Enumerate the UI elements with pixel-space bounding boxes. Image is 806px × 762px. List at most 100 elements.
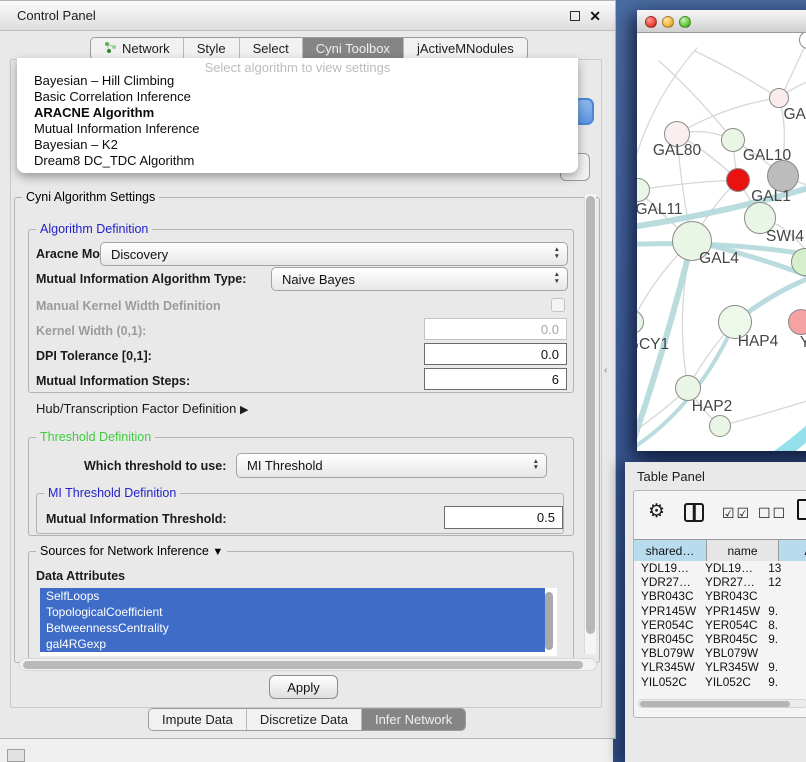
tab-network[interactable]: Network — [91, 38, 184, 59]
bottom-tab-bar: Impute Data Discretize Data Infer Network — [148, 708, 466, 731]
mi-threshold-field[interactable]: 0.5 — [444, 506, 563, 529]
table-cell: YIL052C — [634, 675, 698, 689]
algorithm-option-list: Bayesian – Hill ClimbingBasic Correlatio… — [17, 73, 578, 169]
manual-kernel-width-checkbox[interactable] — [551, 298, 565, 312]
table-row[interactable]: YIL052CYIL052C9. — [634, 675, 806, 689]
close-icon[interactable]: ✕ — [589, 9, 601, 23]
algorithm-option[interactable]: Bayesian – Hill Climbing — [17, 73, 578, 89]
bottom-tab-impute-data[interactable]: Impute Data — [149, 709, 247, 730]
export-table-icon[interactable] — [797, 499, 806, 520]
table-horizontal-scrollbar[interactable] — [638, 699, 806, 708]
zoom-traffic-light-icon[interactable] — [679, 16, 691, 28]
table-cell: 12 — [761, 575, 806, 589]
node-label-gal4: GAL4 — [699, 250, 739, 268]
gear-icon[interactable]: ⚙ — [648, 500, 665, 523]
attributes-list-scrollbar[interactable] — [545, 592, 553, 650]
node-label-y: Y — [800, 334, 806, 352]
table-row[interactable]: YDL19…YDL19…13 — [634, 561, 806, 575]
combo-stepper-icon: ▲▼ — [533, 459, 539, 473]
attribute-item-selected[interactable]: BetweennessCentrality — [40, 620, 545, 636]
table-row[interactable]: YLR345WYLR345W9. — [634, 660, 806, 674]
table-cell: YBL079W — [698, 646, 761, 660]
mi-algorithm-type-label: Mutual Information Algorithm Type: — [36, 272, 246, 286]
dpi-tolerance-field[interactable]: 0.0 — [424, 343, 567, 365]
kernel-width-field[interactable]: 0.0 — [424, 318, 567, 340]
algorithm-option[interactable]: ARACNE Algorithm — [17, 105, 578, 121]
attribute-item-selected[interactable]: SelfLoops — [40, 588, 545, 604]
mi-algorithm-type-select[interactable]: Naive Bayes ▲▼ — [271, 267, 568, 291]
network-node[interactable] — [709, 415, 731, 437]
hub-definition-disclosure[interactable]: Hub/Transcription Factor Definition ▶ — [36, 401, 248, 416]
table-row[interactable]: YPR145WYPR145W9. — [634, 604, 806, 618]
algorithm-dropdown-placeholder: Select algorithm to view settings — [17, 58, 578, 73]
node-label-gcy1: GCY1 — [637, 336, 669, 354]
attribute-item-selected[interactable]: gal4RGexp — [40, 636, 545, 652]
table-row[interactable]: YBL079WYBL079W — [634, 646, 806, 660]
data-attributes-label: Data Attributes — [36, 569, 125, 583]
table-cell: 9. — [761, 632, 806, 646]
attribute-item-selected[interactable]: TopologicalCoefficient — [40, 604, 545, 620]
table-cell: YER054C — [698, 618, 761, 632]
tab-label: Select — [253, 41, 289, 56]
table-cell: YBR043C — [698, 589, 761, 603]
settings-vertical-scrollbar[interactable] — [584, 194, 596, 654]
apply-button[interactable]: Apply — [269, 675, 338, 699]
tab-label: Impute Data — [162, 712, 233, 727]
table-cell: YPR145W — [698, 604, 761, 618]
table-cell: YLR345W — [634, 660, 698, 674]
table-row[interactable]: YER054CYER054C8. — [634, 618, 806, 632]
table-panel-body: ⚙ ☑☑ ☐☐ shared…nameA YDL19…YDL19…13YDR27… — [633, 490, 806, 718]
algorithm-option[interactable]: Basic Correlation Inference — [17, 89, 578, 105]
data-attributes-list[interactable]: SelfLoopsTopologicalCoefficientBetweenne… — [40, 588, 557, 656]
table-cell: 8. — [761, 618, 806, 632]
node-label-swi4: SWI4 — [766, 228, 804, 246]
table-panel-window: Table Panel ⚙ ☑☑ ☐☐ shared…nameA YDL19…Y… — [625, 462, 806, 762]
network-node[interactable] — [769, 88, 789, 108]
close-traffic-light-icon[interactable] — [645, 16, 657, 28]
settings-horizontal-scrollbar[interactable] — [19, 658, 597, 671]
right-arrow-icon: ▶ — [240, 404, 248, 416]
table-cell — [761, 646, 806, 660]
bottom-tab-discretize-data[interactable]: Discretize Data — [247, 709, 362, 730]
network-node[interactable] — [726, 168, 750, 192]
bottom-tab-infer-network[interactable]: Infer Network — [362, 709, 465, 730]
table-panel-title: Table Panel — [637, 469, 705, 484]
tab-cyni-toolbox[interactable]: Cyni Toolbox — [303, 38, 404, 59]
algorithm-option[interactable]: Bayesian – K2 — [17, 137, 578, 153]
node-label-gal1: GAL1 — [751, 188, 791, 206]
mi-threshold-definition-label: MI Threshold Definition — [44, 486, 180, 500]
network-canvas[interactable]: GALGAL80GAL10GAL1GAL11SWI4GAL4GCY1HAP4YH… — [637, 33, 806, 451]
tab-jactivemnodules[interactable]: jActiveMNodules — [404, 38, 527, 59]
algorithm-option[interactable]: Dream8 DC_TDC Algorithm — [17, 153, 578, 169]
table-toolbar: ⚙ ☑☑ ☐☐ — [634, 491, 806, 537]
select-all-checkboxes-icon[interactable]: ☑☑ — [722, 505, 751, 522]
column-header-a[interactable]: A — [779, 540, 806, 562]
which-threshold-select[interactable]: MI Threshold ▲▼ — [236, 453, 547, 478]
cyni-algorithm-settings-label: Cyni Algorithm Settings — [22, 190, 159, 204]
float-window-icon[interactable] — [570, 11, 580, 21]
control-panel-titlebar: Control Panel ✕ — [0, 1, 615, 31]
tab-label: Infer Network — [375, 712, 452, 727]
minimized-panel-icon[interactable] — [7, 749, 25, 762]
table-row[interactable]: YDR27…YDR27…12 — [634, 575, 806, 589]
tab-style[interactable]: Style — [184, 38, 240, 59]
table-row[interactable]: YBR043CYBR043C — [634, 589, 806, 603]
table-cell: 9. — [761, 675, 806, 689]
minimize-traffic-light-icon[interactable] — [662, 16, 674, 28]
network-node[interactable] — [721, 128, 745, 152]
column-header-shared[interactable]: shared… — [634, 540, 707, 562]
table-row[interactable]: YBR045CYBR045C9. — [634, 632, 806, 646]
columns-icon[interactable] — [684, 503, 704, 522]
threshold-definition-label: Threshold Definition — [36, 430, 155, 444]
column-header-name[interactable]: name — [707, 540, 779, 562]
deselect-all-checkboxes-icon[interactable]: ☐☐ — [758, 505, 787, 522]
sources-label[interactable]: Sources for Network Inference ▼ — [36, 544, 227, 558]
tab-select[interactable]: Select — [240, 38, 303, 59]
algorithm-option[interactable]: Mutual Information Inference — [17, 121, 578, 137]
panel-divider-handle[interactable]: ‹ — [604, 366, 611, 376]
network-view-window: GALGAL80GAL10GAL1GAL11SWI4GAL4GCY1HAP4YH… — [637, 10, 806, 451]
which-threshold-value: MI Threshold — [247, 458, 323, 473]
mi-steps-field[interactable]: 6 — [424, 368, 567, 390]
aracne-mode-select[interactable]: Discovery ▲▼ — [100, 242, 568, 266]
dpi-tolerance-label: DPI Tolerance [0,1]: — [36, 349, 152, 363]
